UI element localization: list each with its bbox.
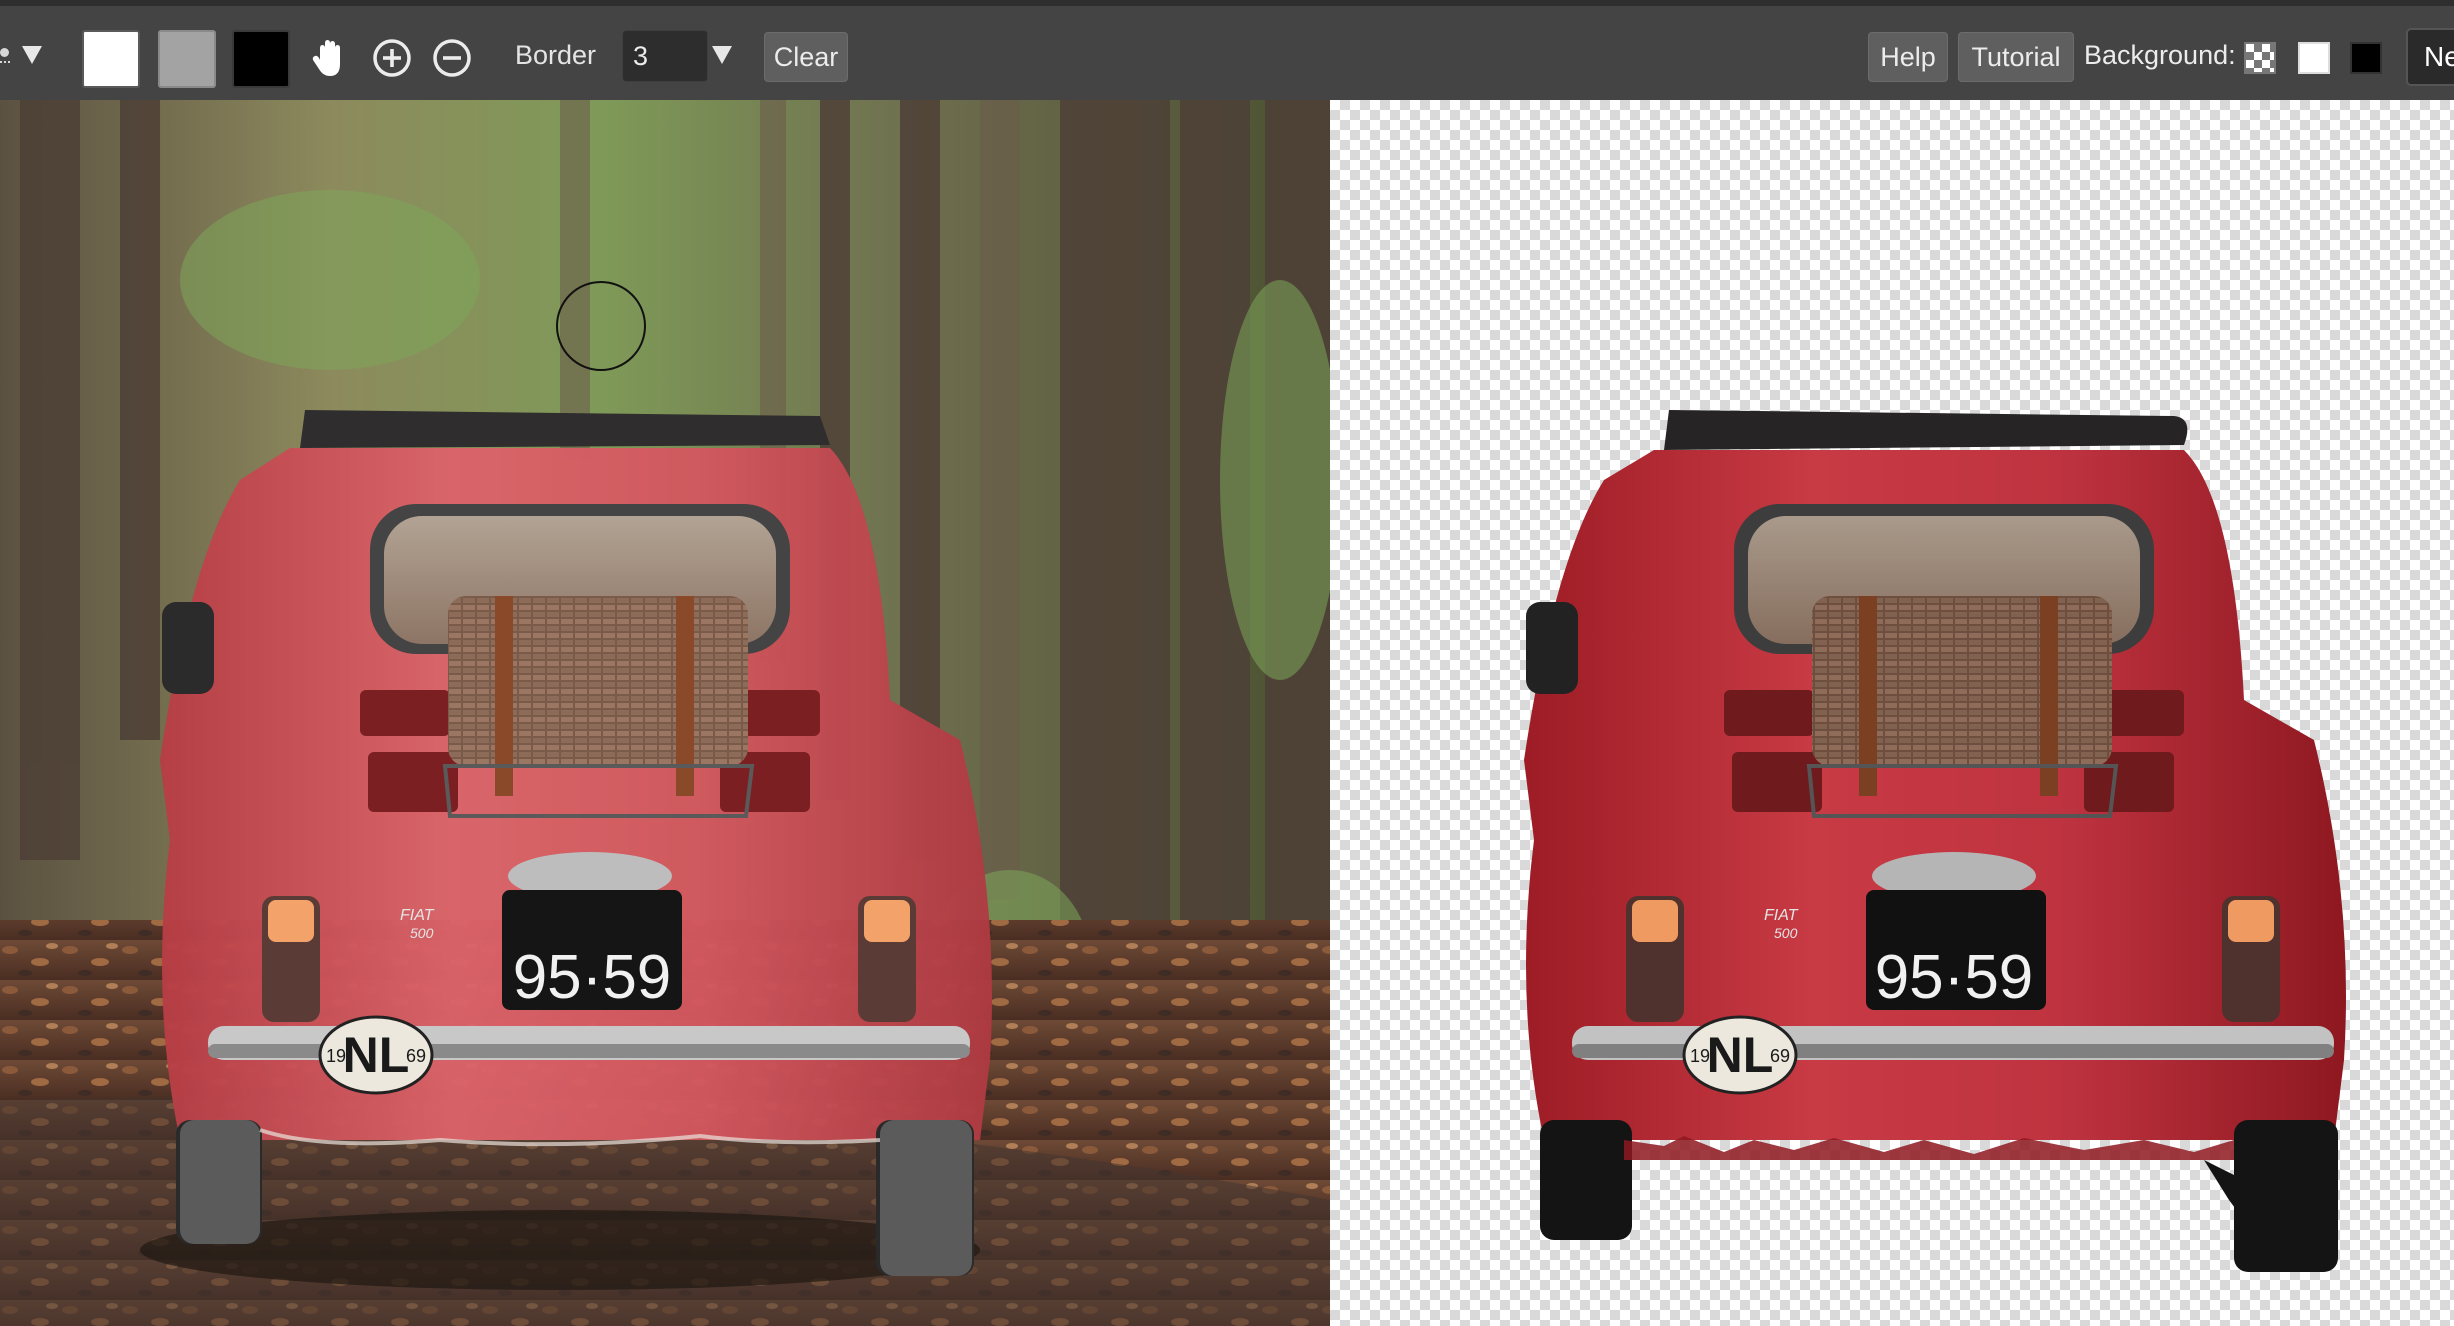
toolbar: Border Clear Help Tutorial Background: N…: [0, 0, 2454, 100]
result-year-left-text: 19: [1690, 1046, 1710, 1066]
result-badge-500-text: 500: [1774, 925, 1798, 941]
help-button[interactable]: Help: [1868, 32, 1948, 82]
result-cutout: 95·59 NL 19 69 FIAT 500: [1524, 410, 2346, 1272]
result-year-right-text: 69: [1770, 1046, 1790, 1066]
badge-500-text: 500: [410, 925, 434, 941]
plate-number-text: 95·59: [513, 943, 672, 1012]
background-transparent-option[interactable]: [2244, 42, 2276, 74]
brush-tool-dropdown[interactable]: [0, 34, 50, 78]
badge-fiat-text: FIAT: [400, 907, 435, 924]
chevron-down-icon: [22, 46, 42, 64]
result-canvas[interactable]: 95·59 NL 19 69 FIAT 500: [1330, 100, 2454, 1326]
source-canvas[interactable]: 95·59 NL 19 69 FIAT 500: [0, 100, 1330, 1326]
background-swatch[interactable]: [232, 30, 290, 88]
hand-icon[interactable]: [306, 34, 354, 82]
background-black-option[interactable]: [2350, 42, 2382, 74]
country-code-text: NL: [343, 1027, 410, 1083]
border-dropdown-chevron-icon[interactable]: [712, 46, 732, 64]
year-right-text: 69: [406, 1046, 426, 1066]
clear-button[interactable]: Clear: [764, 32, 848, 82]
background-label: Background:: [2084, 40, 2236, 70]
border-label: Border: [515, 40, 597, 70]
tutorial-button[interactable]: Tutorial: [1958, 32, 2074, 82]
source-photo: 95·59 NL 19 69 FIAT 500: [0, 100, 1330, 1326]
result-plate-number-text: 95·59: [1875, 943, 2034, 1012]
foreground-swatch[interactable]: [82, 30, 140, 88]
border-size-input[interactable]: [622, 30, 708, 82]
result-badge-fiat-text: FIAT: [1764, 907, 1799, 924]
brush-icon: [0, 48, 9, 57]
background-white-option[interactable]: [2298, 42, 2330, 74]
zoom-out-icon[interactable]: [428, 34, 476, 82]
mid-swatch[interactable]: [158, 30, 216, 88]
next-button[interactable]: Ne: [2406, 28, 2454, 86]
result-country-code-text: NL: [1707, 1027, 1774, 1083]
year-left-text: 19: [326, 1046, 346, 1066]
zoom-in-icon[interactable]: [368, 34, 416, 82]
